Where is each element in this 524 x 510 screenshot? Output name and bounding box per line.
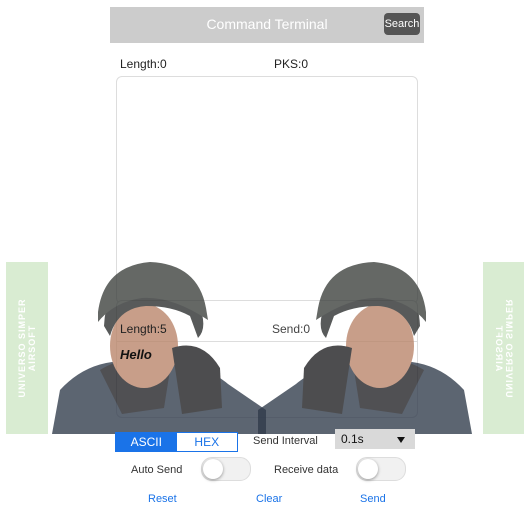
watermark-text-right: UNIVERSO SIMPER AIRSOFT	[494, 298, 514, 398]
receive-data-switch[interactable]	[356, 457, 406, 481]
watermark-text-left: UNIVERSO SIMPER AIRSOFT	[17, 298, 37, 398]
receive-length-label: Length:0	[120, 57, 167, 71]
clear-button[interactable]: Clear	[256, 493, 282, 505]
app-header: Command Terminal Search	[110, 7, 424, 43]
switch-knob	[203, 459, 223, 479]
search-button[interactable]: Search	[384, 13, 420, 35]
send-button[interactable]: Send	[360, 493, 386, 505]
soldier-figure-right	[258, 262, 472, 434]
receive-data-label: Receive data	[274, 464, 339, 476]
reset-button[interactable]: Reset	[148, 493, 177, 505]
soldier-figure-left	[52, 262, 266, 434]
pks-counter: PKS:0	[274, 57, 309, 71]
switch-knob	[358, 459, 378, 479]
encoding-toggle: ASCII HEX	[115, 432, 238, 452]
send-interval-value: 0.1s	[341, 432, 364, 446]
send-input-text-visible: Hello	[120, 347, 152, 362]
watermark-photo-overlay	[52, 262, 472, 434]
watermark-banner-left: UNIVERSO SIMPER AIRSOFT	[6, 262, 48, 434]
hex-mode-button[interactable]: HEX	[176, 433, 237, 451]
auto-send-switch[interactable]	[201, 457, 251, 481]
auto-send-label: Auto Send	[131, 464, 183, 476]
send-length-label: Length:5	[120, 322, 167, 336]
watermark-banner-right: UNIVERSO SIMPER AIRSOFT	[483, 262, 524, 434]
send-interval-label: Send Interval	[253, 435, 318, 447]
dropdown-arrow-icon	[397, 437, 405, 443]
ascii-mode-button[interactable]: ASCII	[116, 433, 177, 451]
send-counter: Send:0	[272, 322, 311, 336]
send-interval-dropdown[interactable]: 0.1s	[335, 429, 415, 449]
app-title: Command Terminal	[206, 16, 328, 32]
